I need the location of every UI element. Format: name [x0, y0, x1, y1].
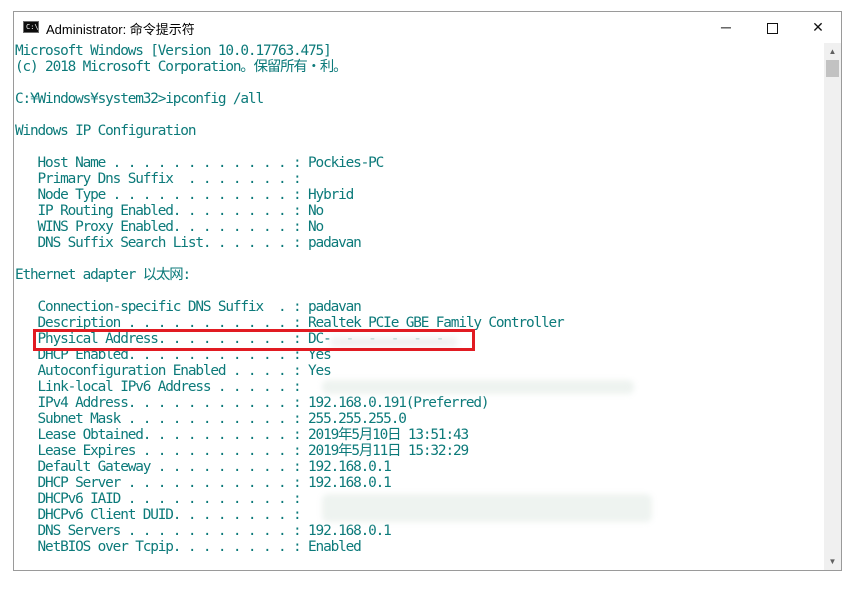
chevron-down-icon: ▼: [828, 557, 837, 566]
chevron-up-icon: ▲: [828, 47, 837, 56]
redacted-dhcpv6-values: [322, 494, 652, 522]
vertical-scrollbar[interactable]: ▲ ▼: [824, 43, 841, 570]
close-icon: ✕: [812, 19, 824, 35]
scroll-down-button[interactable]: ▼: [824, 553, 841, 570]
console-line: DNS Servers . . . . . . . . . . . : 192.…: [15, 523, 392, 539]
console-line: Ethernet adapter 以太网:: [15, 267, 191, 283]
maximize-button[interactable]: [749, 12, 795, 43]
console-line: WINS Proxy Enabled. . . . . . . . : No: [15, 219, 325, 235]
console-output-area[interactable]: Microsoft Windows [Version 10.0.17763.47…: [14, 43, 824, 570]
title-bar[interactable]: C:\ Administrator: 命令提示符 ─ ✕: [14, 12, 841, 43]
physical-address-highlight: [33, 329, 475, 351]
console-line: C:¥Windows¥system32>ipconfig /all: [15, 91, 264, 107]
console-line: Subnet Mask . . . . . . . . . . . : 255.…: [15, 411, 407, 427]
app-icon-label: C:\: [26, 23, 39, 31]
console-line: Node Type . . . . . . . . . . . . : Hybr…: [15, 187, 355, 203]
minimize-button[interactable]: ─: [703, 12, 749, 43]
close-button[interactable]: ✕: [795, 12, 841, 43]
window-title: Administrator: 命令提示符: [46, 22, 195, 37]
console-line: IP Routing Enabled. . . . . . . . : No: [15, 203, 325, 219]
console-line: Lease Obtained. . . . . . . . . . : 2019…: [15, 427, 470, 443]
console-line: Default Gateway . . . . . . . . . : 192.…: [15, 459, 392, 475]
console-line: (c) 2018 Microsoft Corporation。保留所有・利。: [15, 59, 347, 75]
console-line: Host Name . . . . . . . . . . . . : Pock…: [15, 155, 385, 171]
scrollbar-thumb[interactable]: [826, 60, 839, 77]
console-line: Windows IP Configuration: [15, 123, 196, 139]
redacted-ipv6-address: [322, 380, 634, 394]
console-line: Primary Dns Suffix . . . . . . . :: [15, 171, 302, 187]
console-line: IPv4 Address. . . . . . . . . . . : 192.…: [15, 395, 490, 411]
console-line: Lease Expires . . . . . . . . . . : 2019…: [15, 443, 470, 459]
maximize-icon: [766, 22, 778, 34]
console-window: C:\ Administrator: 命令提示符 ─ ✕ Microsoft W…: [13, 11, 842, 571]
console-line: DNS Suffix Search List. . . . . . : pada…: [15, 235, 362, 251]
console-line: NetBIOS over Tcpip. . . . . . . . : Enab…: [15, 539, 362, 555]
minimize-icon: ─: [721, 19, 731, 35]
console-line: Autoconfiguration Enabled . . . . : Yes: [15, 363, 332, 379]
console-line: Connection-specific DNS Suffix . : padav…: [15, 299, 362, 315]
console-line: DHCP Server . . . . . . . . . . . : 192.…: [15, 475, 392, 491]
console-line: Microsoft Windows [Version 10.0.17763.47…: [15, 43, 332, 59]
console-app-icon[interactable]: C:\: [23, 21, 39, 33]
scroll-up-button[interactable]: ▲: [824, 43, 841, 60]
console-text: Microsoft Windows [Version 10.0.17763.47…: [14, 43, 824, 555]
